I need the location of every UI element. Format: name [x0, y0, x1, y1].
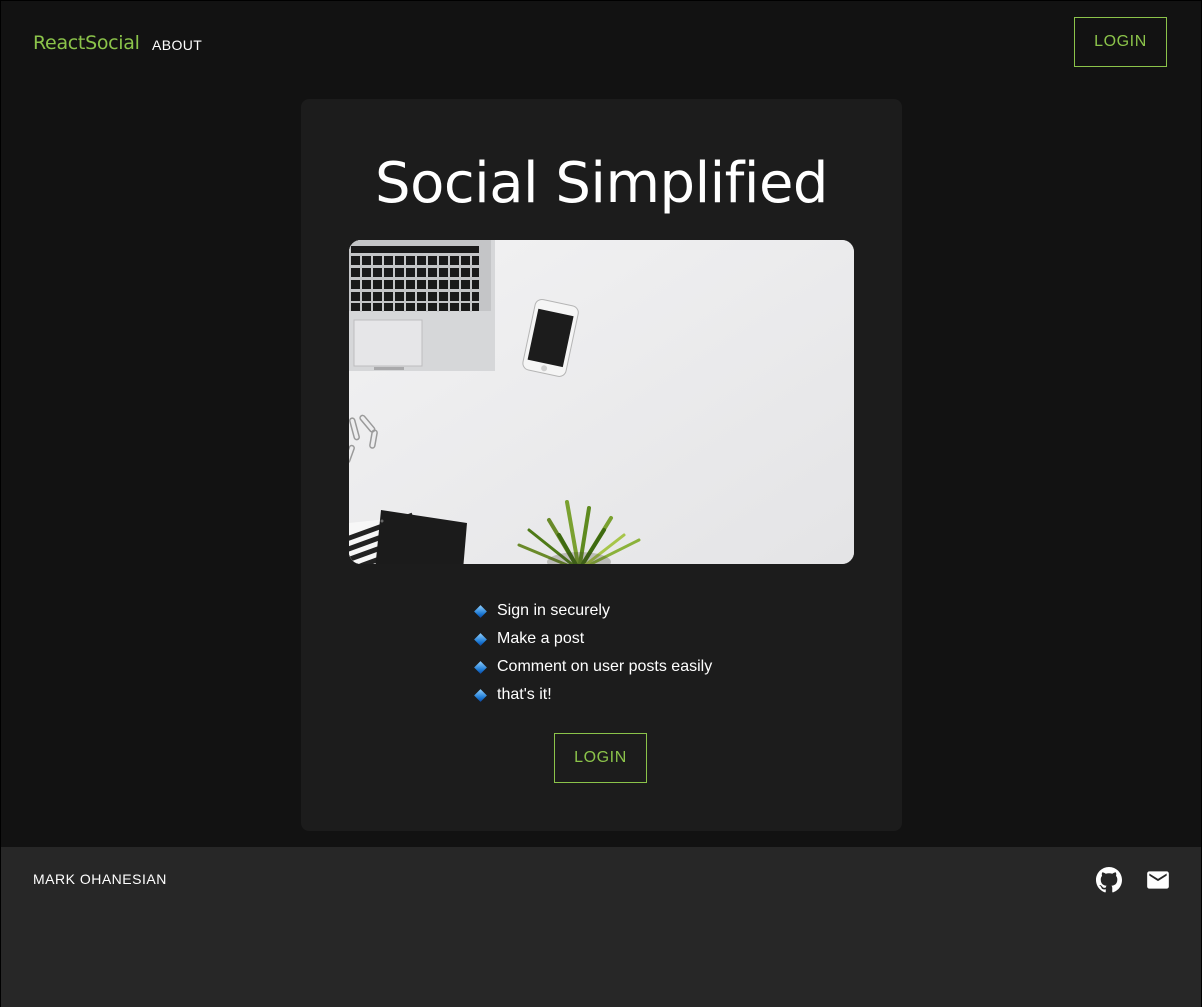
diamond-icon: [474, 632, 487, 646]
diamond-icon: [474, 604, 487, 618]
hero-card: Social Simplified Sign in securely Make …: [301, 99, 902, 831]
mail-icon[interactable]: [1145, 867, 1171, 893]
brand-link[interactable]: ReactSocial: [33, 32, 140, 54]
feature-text: that's it!: [497, 686, 552, 703]
navbar: ReactSocial ABOUT LOGIN: [1, 1, 1201, 85]
diamond-icon: [474, 660, 487, 674]
hero-login-button[interactable]: LOGIN: [554, 733, 647, 783]
hero-image: [349, 240, 854, 564]
feature-text: Comment on user posts easily: [497, 658, 713, 675]
list-item: that's it!: [473, 681, 712, 709]
footer: MARK OHANESIAN: [1, 847, 1201, 1007]
nav-about-link[interactable]: ABOUT: [152, 37, 202, 53]
diamond-icon: [474, 688, 487, 702]
feature-text: Make a post: [497, 630, 585, 647]
nav-login-button[interactable]: LOGIN: [1074, 17, 1167, 67]
github-icon[interactable]: [1096, 867, 1122, 893]
footer-author-name: MARK OHANESIAN: [33, 871, 167, 887]
feature-list: Sign in securely Make a post Comment on …: [473, 597, 712, 709]
feature-text: Sign in securely: [497, 602, 610, 619]
page-title: Social Simplified: [375, 151, 828, 216]
list-item: Make a post: [473, 625, 712, 653]
list-item: Sign in securely: [473, 597, 712, 625]
list-item: Comment on user posts easily: [473, 653, 712, 681]
